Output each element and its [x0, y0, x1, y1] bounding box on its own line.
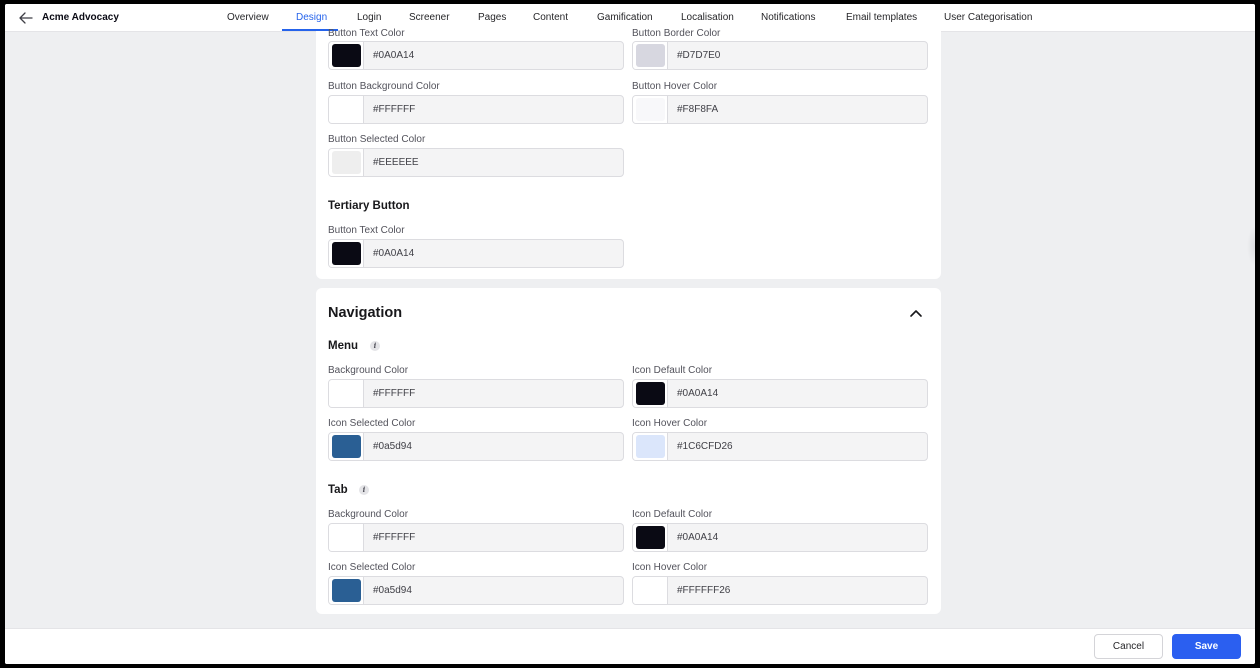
color-swatch[interactable]	[636, 526, 665, 549]
button-border-color-field[interactable]: #D7D7E0	[632, 41, 928, 70]
color-swatch[interactable]	[332, 382, 361, 405]
button-background-color-label: Button Background Color	[328, 81, 440, 92]
color-value[interactable]: #FFFFFF	[373, 532, 415, 543]
menu-icon-default-color-label: Icon Default Color	[632, 365, 713, 376]
color-value[interactable]: #0A0A14	[373, 50, 414, 61]
color-swatch[interactable]	[636, 44, 665, 67]
color-value[interactable]: #FFFFFF26	[677, 585, 730, 596]
color-swatch[interactable]	[636, 435, 665, 458]
menu-icon-selected-color-field[interactable]: #0a5d94	[328, 432, 624, 461]
color-value[interactable]: #0A0A14	[373, 248, 414, 259]
menu-background-color-field[interactable]: #FFFFFF	[328, 379, 624, 408]
color-swatch[interactable]	[636, 579, 665, 602]
tab-login[interactable]: Login	[357, 12, 381, 23]
tab-background-color-field[interactable]: #FFFFFF	[328, 523, 624, 552]
color-swatch[interactable]	[332, 151, 361, 174]
button-selected-color-label: Button Selected Color	[328, 134, 426, 145]
tab-notifications[interactable]: Notifications	[761, 12, 815, 23]
button-selected-color-field[interactable]: #EEEEEE	[328, 148, 624, 177]
color-swatch[interactable]	[636, 98, 665, 121]
tab-icon-default-color-label: Icon Default Color	[632, 509, 713, 520]
color-value[interactable]: #F8F8FA	[677, 104, 718, 115]
tab-icon-default-color-field[interactable]: #0A0A14	[632, 523, 928, 552]
color-swatch[interactable]	[332, 98, 361, 121]
tab-icon-hover-color-label: Icon Hover Color	[632, 562, 708, 573]
cancel-button[interactable]: Cancel	[1094, 634, 1163, 659]
button-text-color-label: Button Text Color	[328, 28, 405, 39]
top-nav-bar: Acme Advocacy Overview Design Login Scre…	[5, 4, 1255, 32]
chevron-up-icon[interactable]	[908, 306, 924, 320]
color-value[interactable]: #FFFFFF	[373, 388, 415, 399]
menu-icon-default-color-field[interactable]: #0A0A14	[632, 379, 928, 408]
color-swatch[interactable]	[332, 435, 361, 458]
menu-heading: Menu	[328, 340, 359, 352]
tab-design[interactable]: Design	[296, 12, 327, 23]
footer-action-bar: Cancel Save	[5, 628, 1255, 664]
color-value[interactable]: #EEEEEE	[373, 157, 419, 168]
button-background-color-field[interactable]: #FFFFFF	[328, 95, 624, 124]
info-icon[interactable]: i	[370, 341, 380, 351]
app-title: Acme Advocacy	[42, 12, 119, 23]
tab-icon-selected-color-label: Icon Selected Color	[328, 562, 416, 573]
color-swatch[interactable]	[332, 526, 361, 549]
navigation-settings-card: Navigation Menu i Background Color #FFFF…	[316, 288, 941, 614]
color-swatch[interactable]	[332, 242, 361, 265]
navigation-section-title: Navigation	[328, 305, 403, 321]
color-value[interactable]: #D7D7E0	[677, 50, 720, 61]
tertiary-button-text-color-label: Button Text Color	[328, 225, 405, 236]
tab-background-color-label: Background Color	[328, 509, 409, 520]
tab-email-templates[interactable]: Email templates	[846, 12, 917, 23]
color-value[interactable]: #0a5d94	[373, 441, 412, 452]
color-value[interactable]: #0A0A14	[677, 388, 718, 399]
color-value[interactable]: #1C6CFD26	[677, 441, 733, 452]
tab-gamification[interactable]: Gamification	[597, 12, 653, 23]
color-value[interactable]: #FFFFFF	[373, 104, 415, 115]
back-arrow-icon[interactable]	[17, 9, 35, 27]
tab-overview[interactable]: Overview	[227, 12, 269, 23]
buttons-settings-card: Button Text Color #0A0A14 Button Border …	[316, 28, 941, 279]
color-swatch[interactable]	[332, 579, 361, 602]
button-border-color-label: Button Border Color	[632, 28, 721, 39]
tab-user-categorisation[interactable]: User Categorisation	[944, 12, 1032, 23]
scroll-edge-shadow	[1247, 226, 1255, 266]
button-text-color-field[interactable]: #0A0A14	[328, 41, 624, 70]
app-window: Acme Advocacy Overview Design Login Scre…	[5, 4, 1255, 664]
button-hover-color-label: Button Hover Color	[632, 81, 718, 92]
button-hover-color-field[interactable]: #F8F8FA	[632, 95, 928, 124]
tab-content[interactable]: Content	[533, 12, 568, 23]
menu-icon-hover-color-field[interactable]: #1C6CFD26	[632, 432, 928, 461]
tab-pages[interactable]: Pages	[478, 12, 506, 23]
tab-localisation[interactable]: Localisation	[681, 12, 734, 23]
tertiary-button-heading: Tertiary Button	[328, 200, 410, 212]
tab-heading: Tab	[328, 484, 348, 496]
menu-icon-selected-color-label: Icon Selected Color	[328, 418, 416, 429]
menu-icon-hover-color-label: Icon Hover Color	[632, 418, 708, 429]
tab-screener[interactable]: Screener	[409, 12, 450, 23]
tertiary-button-text-color-field[interactable]: #0A0A14	[328, 239, 624, 268]
color-value[interactable]: #0A0A14	[677, 532, 718, 543]
tab-icon-selected-color-field[interactable]: #0a5d94	[328, 576, 624, 605]
save-button[interactable]: Save	[1172, 634, 1241, 659]
info-icon[interactable]: i	[359, 485, 369, 495]
color-swatch[interactable]	[636, 382, 665, 405]
menu-background-color-label: Background Color	[328, 365, 409, 376]
color-value[interactable]: #0a5d94	[373, 585, 412, 596]
tab-icon-hover-color-field[interactable]: #FFFFFF26	[632, 576, 928, 605]
color-swatch[interactable]	[332, 44, 361, 67]
